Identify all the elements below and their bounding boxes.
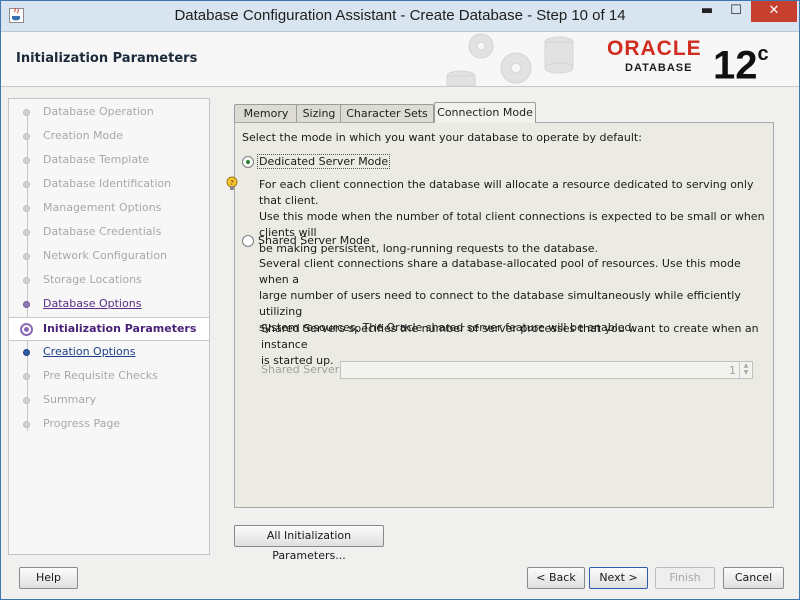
step-database-template: Database Template <box>9 149 209 171</box>
dedicated-server-label[interactable]: Dedicated Server Mode <box>259 155 388 168</box>
step-label: Pre Requisite Checks <box>43 369 158 382</box>
step-indicator-icon <box>23 205 30 212</box>
intro-text: Select the mode in which you want your d… <box>242 131 642 144</box>
shared-server-count-spinner: 1 ▲ ▼ <box>340 361 753 379</box>
step-label[interactable]: Database Options <box>43 297 141 310</box>
next-button[interactable]: Next > <box>589 567 648 589</box>
lightbulb-hint-icon: ? <box>226 176 238 190</box>
step-label: Database Template <box>43 153 150 166</box>
oracle-version-number: 12 <box>713 43 758 88</box>
oracle-version-suffix: c <box>757 43 769 65</box>
step-indicator-icon <box>23 109 30 116</box>
step-label: Network Configuration <box>43 249 168 262</box>
connection-mode-panel: Select the mode in which you want your d… <box>226 122 774 508</box>
step-database-options[interactable]: Database Options <box>9 293 209 315</box>
step-label: Database Identification <box>43 177 172 190</box>
step-database-credentials: Database Credentials <box>9 221 209 243</box>
step-management-options: Management Options <box>9 197 209 219</box>
tab-memory[interactable]: Memory <box>234 104 298 122</box>
step-label: Initialization Parameters <box>43 322 197 335</box>
dedicated-server-radio[interactable] <box>242 156 254 168</box>
step-indicator-icon <box>23 181 30 188</box>
shared-servers-note-line: Shared Servers specifies the number of s… <box>261 322 759 351</box>
step-indicator-icon <box>23 373 30 380</box>
step-label: Creation Mode <box>43 129 124 142</box>
oracle-logo: ORACLE DATABASE <box>607 37 707 75</box>
step-indicator-icon <box>23 253 30 260</box>
step-label: Summary <box>43 393 97 406</box>
gears-graphic-icon <box>446 33 574 86</box>
help-button[interactable]: Help <box>19 567 78 589</box>
tab-connection-mode[interactable]: Connection Mode <box>434 102 536 123</box>
step-summary: Summary <box>9 389 209 411</box>
step-progress-page: Progress Page <box>9 413 209 435</box>
spinner-arrows: ▲ ▼ <box>739 362 752 378</box>
page-title: Initialization Parameters <box>16 51 198 66</box>
page-header: Initialization Parameters ORACLE DATABAS… <box>1 32 799 87</box>
back-button[interactable]: < Back <box>527 567 585 589</box>
dialog-window: Database Configuration Assistant - Creat… <box>0 0 800 600</box>
shared-server-radio[interactable] <box>242 235 254 247</box>
svg-text:?: ? <box>230 179 234 187</box>
cancel-button[interactable]: Cancel <box>723 567 784 589</box>
main-content: Memory Sizing Character Sets Connection … <box>212 87 799 562</box>
step-label: Storage Locations <box>43 273 142 286</box>
spinner-down-icon: ▼ <box>743 369 749 376</box>
step-label: Progress Page <box>43 417 121 430</box>
shared-description-line: large number of users need to connect to… <box>259 289 741 318</box>
step-indicator-icon <box>23 421 30 428</box>
shared-server-count-value: 1 <box>729 364 736 377</box>
step-creation-options[interactable]: Creation Options <box>9 341 209 363</box>
step-label: Database Operation <box>43 105 154 118</box>
step-indicator-icon <box>23 229 30 236</box>
steps-sidebar: Database Operation Creation Mode Database … <box>8 98 210 555</box>
step-indicator-icon <box>23 157 30 164</box>
maximize-button[interactable]: ☐ <box>722 1 750 22</box>
oracle-product-text: DATABASE <box>625 62 693 74</box>
close-button[interactable]: ✕ <box>751 1 797 22</box>
finish-button: Finish <box>655 567 715 589</box>
tab-sizing[interactable]: Sizing <box>296 104 342 122</box>
step-indicator-icon <box>23 397 30 404</box>
dedicated-description-line: For each client connection the database … <box>259 178 754 207</box>
step-storage-locations: Storage Locations <box>9 269 209 291</box>
tab-character-sets[interactable]: Character Sets <box>340 104 434 122</box>
oracle-version: 12c <box>713 36 769 87</box>
step-network-configuration: Network Configuration <box>9 245 209 267</box>
window-title: Database Configuration Assistant - Creat… <box>174 7 626 24</box>
dedicated-focus-outline: Dedicated Server Mode <box>257 154 391 169</box>
step-label: Management Options <box>43 201 162 214</box>
step-indicator-icon <box>23 301 30 308</box>
shared-server-count-label: Shared Server: <box>261 363 343 376</box>
shared-description-line: Several client connections share a datab… <box>259 257 741 286</box>
step-indicator-icon <box>23 133 30 140</box>
step-indicator-icon <box>23 349 30 356</box>
shared-server-label[interactable]: Shared Server Mode <box>258 234 370 247</box>
step-indicator-icon <box>20 323 33 336</box>
step-initialization-parameters: Initialization Parameters <box>9 317 209 341</box>
step-indicator-icon <box>23 277 30 284</box>
oracle-brand-text: ORACLE <box>607 37 702 60</box>
step-database-operation: Database Operation <box>9 101 209 123</box>
step-label: Database Credentials <box>43 225 162 238</box>
step-database-identification: Database Identification <box>9 173 209 195</box>
spinner-up-icon: ▲ <box>743 362 749 369</box>
step-label[interactable]: Creation Options <box>43 345 135 358</box>
title-bar[interactable]: Database Configuration Assistant - Creat… <box>1 1 799 32</box>
minimize-button[interactable]: ▬ <box>693 1 721 22</box>
step-creation-mode: Creation Mode <box>9 125 209 147</box>
all-init-params-button[interactable]: All Initialization Parameters... <box>234 525 384 562</box>
step-pre-requisite-checks: Pre Requisite Checks <box>9 365 209 387</box>
